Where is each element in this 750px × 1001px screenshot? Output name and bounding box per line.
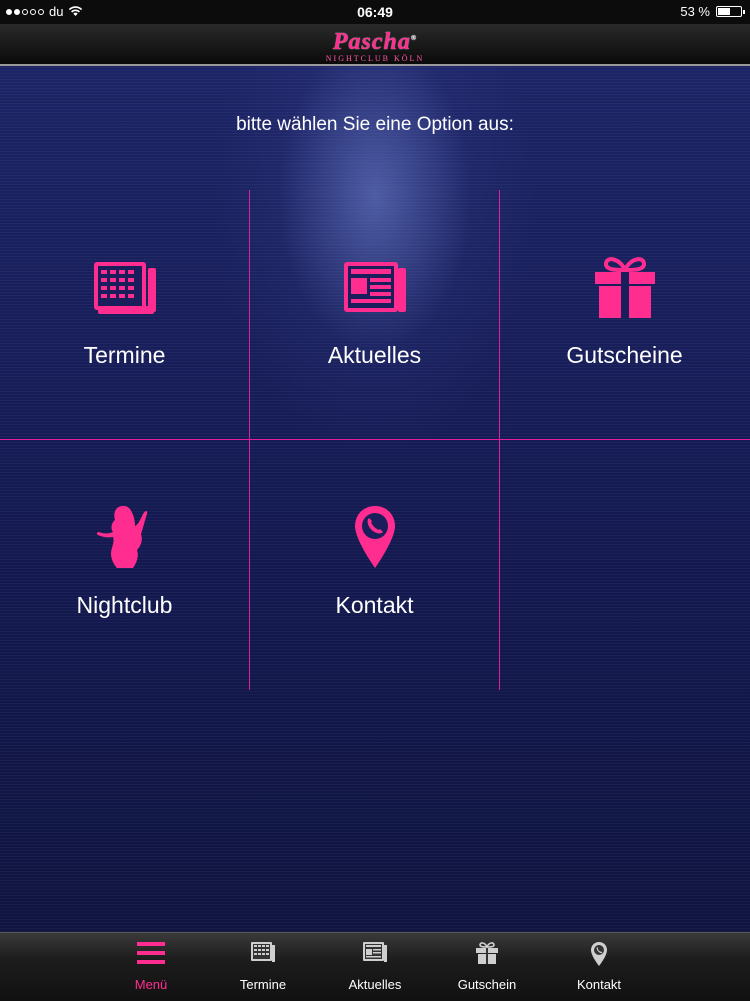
tile-label: Kontakt bbox=[335, 592, 414, 618]
tile-label: Termine bbox=[83, 342, 166, 368]
logo-wordmark: Pascha® bbox=[332, 29, 418, 55]
tile-gutscheine[interactable]: Gutscheine bbox=[500, 190, 749, 440]
newspaper-icon bbox=[363, 942, 387, 962]
tab-label: Menü bbox=[134, 977, 168, 992]
tile-label: Aktuelles bbox=[327, 342, 422, 368]
tab-aktuelles[interactable]: Aktuelles bbox=[320, 933, 430, 1001]
status-time: 06:49 bbox=[357, 4, 393, 20]
tab-termine[interactable]: Termine bbox=[208, 933, 318, 1001]
battery-percent: 53 % bbox=[680, 4, 710, 19]
tab-label: Termine bbox=[239, 977, 287, 992]
menu-prompt: bitte wählen Sie eine Option aus: bbox=[236, 114, 514, 135]
gift-icon bbox=[594, 257, 655, 318]
battery-icon bbox=[716, 6, 745, 17]
tab-kontakt[interactable]: Kontakt bbox=[544, 933, 654, 1001]
tab-label: Gutschein bbox=[457, 977, 517, 992]
tab-label: Kontakt bbox=[576, 977, 622, 992]
app-header: Pascha® NIGHTCLUB KÖLN bbox=[0, 24, 750, 66]
tile-label: Gutscheine bbox=[566, 342, 683, 368]
location-phone-icon bbox=[354, 506, 395, 568]
status-right: 53 % bbox=[680, 4, 745, 19]
tab-label: Aktuelles bbox=[348, 977, 402, 992]
calendar-icon bbox=[93, 262, 156, 314]
status-bar: du 06:49 53 % bbox=[0, 0, 750, 24]
main-menu: bitte wählen Sie eine Option aus: Termin… bbox=[0, 66, 750, 932]
location-phone-icon bbox=[591, 942, 607, 966]
tile-aktuelles[interactable]: Aktuelles bbox=[250, 190, 499, 440]
woman-silhouette-icon bbox=[96, 506, 147, 568]
tile-label: Nightclub bbox=[76, 592, 173, 618]
tab-bar: Menü Termine Aktuelles Gutschein Kontakt bbox=[0, 932, 750, 1001]
tile-kontakt[interactable]: Kontakt bbox=[250, 440, 499, 690]
gift-icon bbox=[476, 942, 498, 964]
newspaper-icon bbox=[343, 262, 406, 312]
tab-menu[interactable]: Menü bbox=[96, 933, 206, 1001]
menu-icon bbox=[137, 942, 165, 964]
pascha-logo: Pascha® NIGHTCLUB KÖLN bbox=[0, 26, 750, 64]
tile-nightclub[interactable]: Nightclub bbox=[0, 440, 249, 690]
logo-subtitle: NIGHTCLUB KÖLN bbox=[325, 54, 425, 63]
calendar-icon bbox=[251, 942, 275, 962]
tab-gutschein[interactable]: Gutschein bbox=[432, 933, 542, 1001]
tile-termine[interactable]: Termine bbox=[0, 190, 249, 440]
